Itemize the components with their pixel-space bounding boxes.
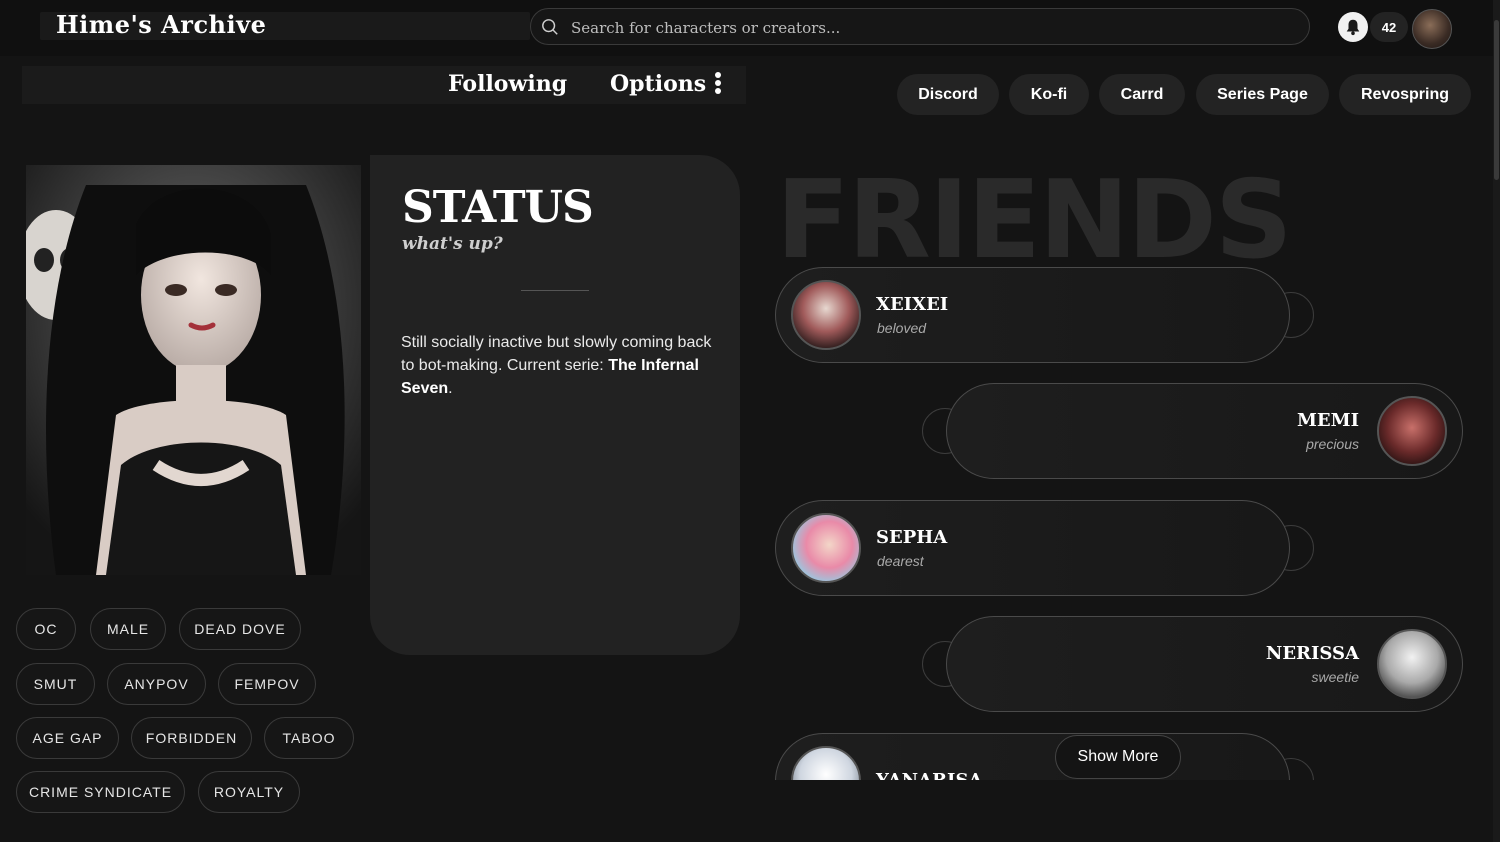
more-options-icon[interactable] bbox=[713, 72, 723, 98]
top-header: Hime's Archive 42 bbox=[0, 0, 1500, 56]
carrd-link-button[interactable]: Carrd bbox=[1099, 74, 1185, 115]
friend-name[interactable]: SEPHA bbox=[876, 527, 947, 548]
status-subtitle: what's up? bbox=[402, 234, 503, 254]
tag-male[interactable]: MALE bbox=[90, 608, 166, 650]
friend-role: dearest bbox=[877, 553, 924, 569]
site-logo[interactable]: Hime's Archive bbox=[56, 10, 266, 39]
tag-royalty[interactable]: ROYALTY bbox=[198, 771, 300, 813]
kofi-link-button[interactable]: Ko-fi bbox=[1009, 74, 1089, 115]
status-text: Still socially inactive but slowly comin… bbox=[401, 331, 716, 400]
series-page-link-button[interactable]: Series Page bbox=[1196, 74, 1329, 115]
tag-anypov[interactable]: ANYPOV bbox=[107, 663, 206, 705]
friend-role: precious bbox=[1306, 436, 1359, 452]
tag-age-gap[interactable]: AGE GAP bbox=[16, 717, 119, 759]
options-tab[interactable]: Options bbox=[610, 71, 706, 97]
friend-name[interactable]: MEMI bbox=[1297, 410, 1359, 431]
tag-forbidden[interactable]: FORBIDDEN bbox=[131, 717, 252, 759]
status-text-suffix: . bbox=[448, 380, 453, 397]
revospring-link-button[interactable]: Revospring bbox=[1339, 74, 1471, 115]
friend-card-xeixei[interactable]: XEIXEI beloved bbox=[775, 267, 1290, 363]
friend-name[interactable]: XEIXEI bbox=[876, 294, 948, 315]
show-more-button[interactable]: Show More bbox=[1055, 735, 1181, 779]
discord-link-button[interactable]: Discord bbox=[897, 74, 999, 115]
tag-smut[interactable]: SMUT bbox=[16, 663, 95, 705]
friend-avatar[interactable] bbox=[1377, 396, 1447, 466]
tag-oc[interactable]: OC bbox=[16, 608, 76, 650]
status-title: STATUS bbox=[402, 182, 594, 233]
list-fade-overlay bbox=[770, 780, 1330, 842]
friend-avatar[interactable] bbox=[791, 513, 861, 583]
portrait-illustration bbox=[26, 165, 361, 575]
status-divider bbox=[521, 290, 589, 291]
following-tab[interactable]: Following bbox=[448, 71, 567, 97]
friend-card-sepha[interactable]: SEPHA dearest bbox=[775, 500, 1290, 596]
bell-icon bbox=[1346, 19, 1360, 36]
tag-fempov[interactable]: FEMPOV bbox=[218, 663, 316, 705]
tag-dead-dove[interactable]: DEAD DOVE bbox=[179, 608, 301, 650]
profile-portrait-image bbox=[26, 165, 361, 575]
user-avatar[interactable] bbox=[1412, 9, 1452, 49]
friends-heading: FRIENDS bbox=[776, 158, 1293, 283]
friend-role: beloved bbox=[877, 320, 927, 336]
friend-avatar[interactable] bbox=[1377, 629, 1447, 699]
search-bar[interactable] bbox=[530, 8, 1310, 46]
friend-role: sweetie bbox=[1311, 669, 1359, 685]
tag-crime-syndicate[interactable]: CRIME SYNDICATE bbox=[16, 771, 185, 813]
friend-name[interactable]: NERISSA bbox=[1266, 643, 1359, 664]
notification-bell-button[interactable] bbox=[1338, 12, 1368, 42]
friend-avatar[interactable] bbox=[791, 280, 861, 350]
tag-taboo[interactable]: TABOO bbox=[264, 717, 354, 759]
scrollbar-thumb[interactable] bbox=[1494, 20, 1499, 180]
search-input[interactable] bbox=[569, 9, 1293, 46]
friend-card-memi[interactable]: MEMI precious bbox=[946, 383, 1463, 479]
search-icon bbox=[542, 19, 558, 35]
friend-card-nerissa[interactable]: NERISSA sweetie bbox=[946, 616, 1463, 712]
notification-count-badge[interactable]: 42 bbox=[1370, 12, 1408, 42]
